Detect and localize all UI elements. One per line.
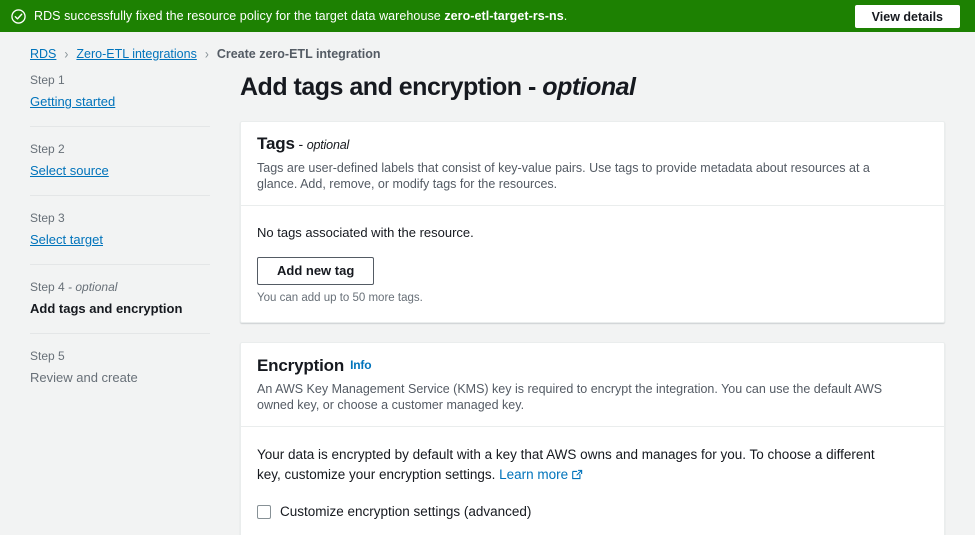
breadcrumb-separator-icon: › [205, 45, 209, 61]
tags-card-body: No tags associated with the resource. Ad… [241, 206, 944, 322]
page-title-optional: optional [542, 73, 635, 101]
success-flash-banner: RDS successfully fixed the resource poli… [0, 0, 975, 32]
sidebar-step-3[interactable]: Step 3 Select target [30, 195, 210, 264]
encryption-card-description: An AWS Key Management Service (KMS) key … [257, 381, 897, 413]
sidebar-step-2[interactable]: Step 2 Select source [30, 126, 210, 195]
step-5-number: Step 5 [30, 348, 210, 364]
tags-card-title-dash: - [295, 136, 307, 152]
encryption-card-title: Encryption Info [257, 354, 928, 377]
flash-message-prefix: RDS successfully fixed the resource poli… [34, 9, 444, 23]
tags-empty-message: No tags associated with the resource. [257, 224, 928, 242]
step-3-number: Step 3 [30, 210, 210, 226]
encryption-card-title-text: Encryption [257, 356, 344, 375]
step-2-number: Step 2 [30, 141, 210, 157]
tags-card-description: Tags are user-defined labels that consis… [257, 160, 897, 192]
page-title: Add tags and encryption - optional [240, 72, 945, 102]
flash-message-resource: zero-etl-target-rs-ns [444, 9, 563, 23]
sidebar-step-label-review-and-create: Review and create [30, 370, 138, 385]
encryption-info-link[interactable]: Info [350, 358, 371, 372]
tags-card-title-optional: optional [307, 138, 349, 152]
sidebar-step-1[interactable]: Step 1 Getting started [30, 72, 210, 126]
main-content: Add tags and encryption - optional Tags … [240, 72, 975, 535]
step-4-number-text: Step 4 [30, 280, 65, 294]
flash-message: RDS successfully fixed the resource poli… [34, 8, 567, 24]
sidebar-step-4: Step 4 - optional Add tags and encryptio… [30, 264, 210, 333]
success-circle-check-icon [10, 8, 26, 24]
learn-more-link[interactable]: Learn more [499, 467, 568, 482]
breadcrumb-item-zero-etl-integrations[interactable]: Zero-ETL integrations [76, 47, 196, 61]
customize-encryption-settings-checkbox-row[interactable]: Customize encryption settings (advanced) [257, 503, 928, 521]
external-link-icon [571, 467, 583, 487]
breadcrumb-item-create-zero-etl-integration: Create zero-ETL integration [217, 47, 381, 61]
step-1-number: Step 1 [30, 72, 210, 88]
encryption-card: Encryption Info An AWS Key Management Ser… [240, 342, 945, 535]
breadcrumb-item-rds[interactable]: RDS [30, 47, 56, 61]
encryption-body-text: Your data is encrypted by default with a… [257, 445, 902, 487]
page-title-main: Add tags and encryption - [240, 73, 542, 101]
step-4-number: Step 4 - optional [30, 279, 210, 295]
flash-message-suffix: . [564, 9, 568, 23]
sidebar-step-label-getting-started[interactable]: Getting started [30, 93, 115, 111]
step-4-optional-tag: - optional [65, 280, 118, 294]
add-new-tag-button[interactable]: Add new tag [257, 257, 374, 285]
sidebar-step-label-select-source[interactable]: Select source [30, 162, 109, 180]
customize-encryption-settings-checkbox[interactable] [257, 505, 271, 519]
page-layout: Step 1 Getting started Step 2 Select sou… [0, 62, 975, 535]
sidebar-step-5: Step 5 Review and create [30, 333, 210, 402]
wizard-step-navigation: Step 1 Getting started Step 2 Select sou… [0, 72, 240, 402]
customize-encryption-settings-label: Customize encryption settings (advanced) [280, 503, 531, 521]
breadcrumb: RDS › Zero-ETL integrations › Create zer… [0, 32, 975, 62]
tags-card-title: Tags - optional [257, 133, 928, 156]
encryption-card-body: Your data is encrypted by default with a… [241, 427, 944, 535]
tags-limit-hint: You can add up to 50 more tags. [257, 290, 928, 306]
encryption-card-header: Encryption Info An AWS Key Management Ser… [241, 343, 944, 427]
tags-card-header: Tags - optional Tags are user-defined la… [241, 122, 944, 206]
tags-card: Tags - optional Tags are user-defined la… [240, 121, 945, 323]
sidebar-step-label-select-target[interactable]: Select target [30, 231, 103, 249]
breadcrumb-separator-icon: › [64, 45, 68, 61]
sidebar-step-label-add-tags-and-encryption: Add tags and encryption [30, 301, 182, 316]
view-details-button[interactable]: View details [855, 5, 960, 28]
tags-card-title-text: Tags [257, 134, 295, 153]
